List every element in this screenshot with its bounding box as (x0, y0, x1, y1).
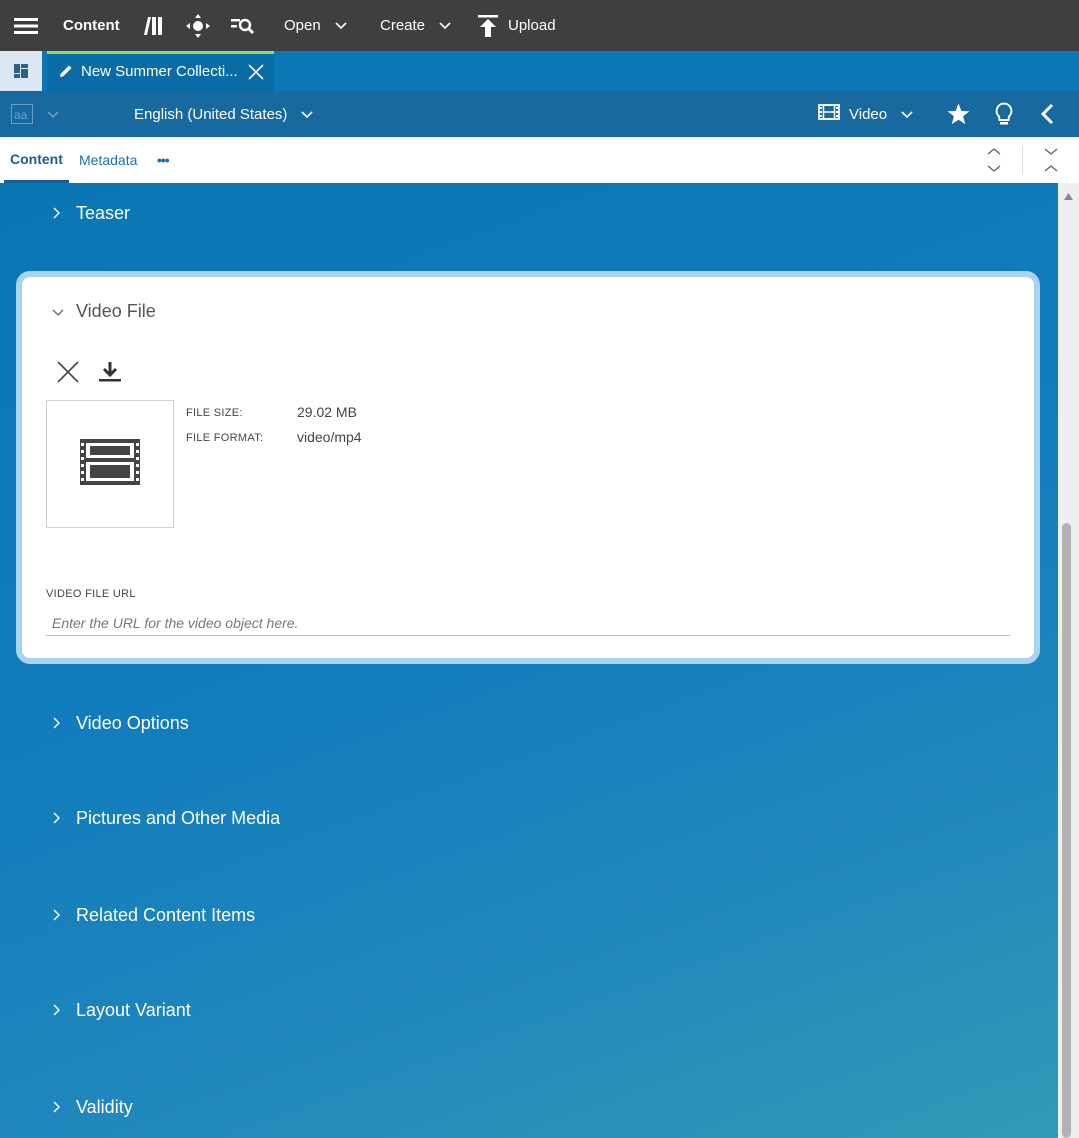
section-title: Video File (76, 301, 156, 321)
collapse-all-icon[interactable] (1043, 137, 1059, 183)
pencil-icon (59, 64, 73, 82)
search-list-icon[interactable] (231, 0, 255, 51)
film-icon (818, 104, 840, 124)
video-thumbnail[interactable] (46, 400, 174, 528)
create-menu-button[interactable]: Create (380, 0, 451, 51)
svg-text:aa: aa (14, 108, 28, 122)
document-tab-strip: New Summer Collecti... (0, 51, 1079, 91)
library-icon[interactable] (142, 0, 164, 51)
file-format-label: FILE FORMAT: (186, 432, 264, 444)
upload-icon (478, 14, 498, 37)
film-icon (80, 438, 140, 490)
section-layout-variant[interactable]: Layout Variant (52, 995, 191, 1025)
chevron-right-icon (52, 717, 72, 729)
section-title: Video Options (76, 712, 189, 733)
locale-select[interactable]: English (United States) (134, 91, 313, 137)
more-tabs-icon[interactable]: ••• (157, 137, 170, 183)
top-bar: Content Open Create Upload (0, 0, 1079, 51)
chevron-right-icon (52, 1004, 72, 1016)
chevron-left-icon[interactable] (1040, 91, 1054, 137)
crosshair-icon[interactable] (186, 0, 210, 51)
open-label: Open (284, 17, 321, 34)
download-button[interactable] (99, 361, 121, 388)
chevron-right-icon (52, 1101, 72, 1113)
section-video-options[interactable]: Video Options (52, 708, 189, 738)
remove-file-button[interactable] (57, 361, 79, 388)
open-menu-button[interactable]: Open (284, 0, 347, 51)
chevron-right-icon (52, 812, 72, 824)
chevron-down-icon (335, 21, 347, 30)
vertical-scrollbar[interactable] (1058, 183, 1079, 1138)
create-label: Create (380, 17, 426, 34)
section-title: Related Content Items (76, 904, 256, 925)
document-tab-title: New Summer Collecti... (81, 63, 238, 80)
locale-label: English (United States) (134, 105, 288, 123)
section-pictures[interactable]: Pictures and Other Media (52, 803, 280, 833)
file-format-value: video/mp4 (297, 429, 362, 445)
form-content-area: Teaser Video File FILE SIZE: 29.02 MB FI… (0, 183, 1058, 1138)
chevron-down-icon (47, 106, 59, 123)
scrollbar-thumb[interactable] (1062, 523, 1071, 1138)
doctype-label: Video (849, 105, 888, 123)
section-title: Pictures and Other Media (76, 807, 281, 828)
section-video-file[interactable]: Video File (52, 301, 156, 322)
section-title: Layout Variant (76, 999, 191, 1020)
lightbulb-icon[interactable] (994, 91, 1014, 137)
section-title: Validity (76, 1096, 133, 1117)
upload-button[interactable]: Upload (478, 0, 556, 51)
tab-metadata[interactable]: Metadata (79, 137, 137, 183)
hamburger-menu-icon[interactable] (14, 0, 38, 51)
chevron-right-icon (52, 909, 72, 921)
star-icon[interactable] (947, 91, 970, 137)
section-title: Teaser (76, 202, 131, 223)
video-file-url-label: VIDEO FILE URL (46, 588, 136, 600)
form-tab-bar: Content Metadata ••• (0, 137, 1079, 183)
tab-content[interactable]: Content (4, 137, 69, 183)
chevron-down-icon (439, 21, 451, 30)
chevron-right-icon (52, 207, 72, 219)
translate-icon[interactable]: aa (11, 91, 59, 137)
chevron-down-icon (901, 106, 913, 123)
expand-all-icon[interactable] (986, 137, 1002, 183)
close-icon (57, 361, 79, 387)
file-size-value: 29.02 MB (297, 404, 357, 420)
section-validity[interactable]: Validity (52, 1092, 133, 1122)
chevron-down-icon (301, 106, 313, 123)
upload-label: Upload (508, 17, 556, 34)
scroll-up-arrow-icon[interactable] (1064, 187, 1073, 205)
video-file-url-input[interactable] (46, 610, 1010, 636)
chevron-down-icon (52, 301, 76, 322)
app-title[interactable]: Content (63, 0, 120, 51)
divider (1022, 146, 1023, 174)
document-toolbar: aa English (United States) Video (0, 91, 1079, 137)
doctype-select[interactable]: Video (818, 91, 913, 137)
section-teaser[interactable]: Teaser (52, 198, 130, 228)
document-tab[interactable]: New Summer Collecti... (47, 51, 274, 91)
video-file-panel: Video File FILE SIZE: 29.02 MB FILE FORM… (16, 271, 1040, 664)
close-icon[interactable] (248, 64, 264, 84)
dashboard-icon[interactable] (0, 51, 42, 91)
file-size-label: FILE SIZE: (186, 407, 243, 419)
section-related-content[interactable]: Related Content Items (52, 900, 255, 930)
download-icon (99, 362, 121, 387)
